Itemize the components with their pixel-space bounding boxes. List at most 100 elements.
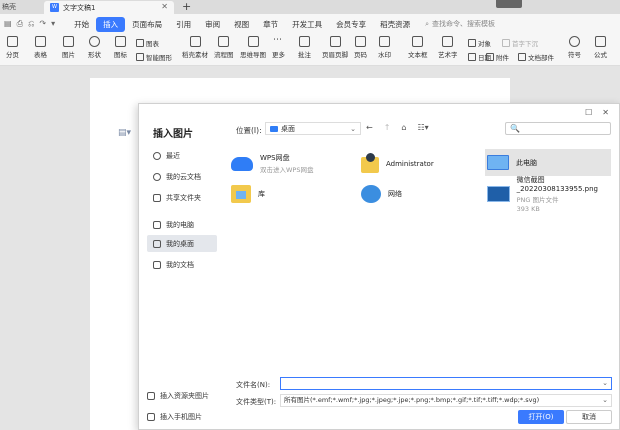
menu-page-layout[interactable]: 页面布局 (125, 17, 169, 32)
back-arrow-icon[interactable]: ← (366, 123, 373, 132)
dialog-title: 插入图片 (153, 129, 193, 140)
chart-button[interactable]: 图表 (136, 38, 159, 48)
customize-chevron-icon[interactable]: ▾ (51, 19, 55, 29)
view-mode-icon[interactable]: ☷▾ (417, 123, 428, 132)
watermark-button[interactable]: 水印 (378, 36, 391, 59)
table-icon (35, 36, 46, 47)
date-icon (468, 53, 476, 61)
location-select[interactable]: 桌面 ⌄ (265, 122, 361, 135)
dialog-sidebar: 最近 我的云文档 共享文件夹 我的电脑 我的桌面 我的文档 (139, 142, 227, 430)
menu-start[interactable]: 开始 (67, 17, 96, 32)
filename-label: 文件名(N): (236, 381, 271, 389)
command-search-placeholder: 查找命令、搜索模板 (432, 20, 496, 28)
material-icon (189, 36, 201, 47)
documents-icon (153, 260, 161, 269)
menu-resources[interactable]: 稻壳资源 (373, 17, 417, 32)
mindmap-button[interactable]: 思维导图 (240, 36, 266, 59)
dialog-search-icon: 🔍 (510, 124, 520, 133)
smart-graphic-button[interactable]: 智能图形 (136, 52, 172, 62)
header-footer-icon (329, 36, 341, 47)
menu-insert[interactable]: 插入 (96, 16, 126, 32)
up-arrow-icon[interactable]: ↑ (384, 123, 391, 132)
object-icon (468, 39, 476, 47)
maximize-icon[interactable]: ☐ (585, 108, 592, 117)
comment-icon (299, 36, 310, 47)
sidebar-item-my-documents[interactable]: 我的文档 (147, 256, 217, 273)
drop-cap-button[interactable]: 首字下沉 (502, 38, 538, 48)
file-item-wps-drive[interactable]: WPS网盘 双击进入WPS网盘 (231, 150, 351, 177)
menu-references[interactable]: 引用 (169, 17, 198, 32)
page-number-icon (355, 36, 366, 47)
filetype-select[interactable]: 所有图片(*.emf;*.wmf;*.jpg;*.jpeg;*.jpe;*.pn… (280, 394, 612, 407)
filename-input[interactable]: ⌄ (280, 377, 612, 390)
menu-member[interactable]: 会员专享 (329, 17, 373, 32)
dialog-search-input[interactable]: 🔍 (505, 122, 611, 135)
sidebar-item-recent[interactable]: 最近 (147, 147, 217, 164)
computer-icon (153, 220, 161, 229)
wordart-button[interactable]: 艺术字 (438, 36, 458, 59)
menu-review[interactable]: 审阅 (198, 17, 227, 32)
insert-picture-dialog: ☐ ✕ 插入图片 位置(I): 桌面 ⌄ ← ↑ ⌂ ☷▾ 🔍 最近 我的云文档… (138, 103, 620, 430)
picture-button[interactable]: 图片 (62, 36, 75, 59)
chevron-down-icon: ⌄ (350, 124, 356, 133)
daoke-material-button[interactable]: 稻壳素材 (182, 36, 208, 59)
comment-button[interactable]: 批注 (298, 36, 311, 59)
tab-close-icon[interactable]: ✕ (161, 2, 168, 11)
shape-icon (89, 36, 100, 47)
new-folder-icon[interactable]: ⌂ (401, 123, 406, 132)
undo-icon[interactable]: ⎌ (28, 19, 34, 29)
this-pc-icon (487, 155, 509, 170)
chevron-down-icon[interactable]: ⌄ (602, 379, 608, 387)
print-icon[interactable]: ⎙ (17, 19, 23, 29)
attachment-icon (486, 53, 494, 61)
attachment-button[interactable]: 附件 (486, 52, 509, 62)
doc-part-button[interactable]: 文档部件 (518, 52, 554, 62)
tab-document[interactable]: W 文字文稿1 ✕ (44, 1, 174, 14)
icon-button[interactable]: 图标 (114, 36, 127, 59)
textbox-icon (412, 36, 424, 47)
file-item-this-pc[interactable]: 此电脑 (485, 149, 611, 176)
symbol-button[interactable]: 符号 (568, 36, 581, 59)
window-thumbnail (496, 0, 522, 8)
library-icon (231, 184, 251, 203)
textbox-button[interactable]: 文本框 (408, 36, 428, 59)
page-number-button[interactable]: 页码 (354, 36, 367, 59)
sidebar-item-cloud-docs[interactable]: 我的云文档 (147, 168, 217, 185)
object-button[interactable]: 对象 (468, 38, 491, 48)
phone-icon (147, 413, 155, 421)
clock-icon (153, 151, 161, 160)
nav-buttons: ← ↑ ⌂ ☷▾ (366, 123, 429, 132)
flowchart-button[interactable]: 流程图 (214, 36, 234, 59)
open-button[interactable]: 打开(O) (518, 410, 564, 424)
image-thumbnail-icon (487, 185, 510, 202)
file-item-library[interactable]: 库 (231, 180, 351, 207)
new-tab-button[interactable]: + (182, 0, 191, 13)
redo-icon[interactable]: ↷ (39, 19, 46, 29)
page-break-button[interactable]: 分页 (6, 36, 19, 59)
menu-view[interactable]: 视图 (227, 17, 256, 32)
menu-section[interactable]: 章节 (256, 17, 285, 32)
menu-developer[interactable]: 开发工具 (285, 17, 329, 32)
sidebar-item-my-desktop[interactable]: 我的桌面 (147, 235, 217, 252)
file-item-network[interactable]: 网络 (361, 180, 481, 207)
formula-button[interactable]: 公式 (594, 36, 607, 59)
tab-daoke[interactable]: 稿壳 (0, 0, 40, 14)
file-item-administrator[interactable]: Administrator (361, 150, 481, 177)
header-footer-button[interactable]: 页眉页脚 (322, 36, 348, 59)
open-file-icon[interactable]: ▤ (4, 19, 12, 29)
shared-folder-icon (153, 193, 161, 202)
insert-resource-folder-link[interactable]: 插入资源夹图片 (147, 391, 209, 401)
sidebar-item-my-computer[interactable]: 我的电脑 (147, 216, 217, 233)
doc-part-icon (518, 53, 526, 61)
file-item-wechat-screenshot[interactable]: 微信截图_20220308133955.png PNG 图片文件 393 KB (487, 176, 619, 213)
insert-ribbon: 分页 表格 图片 形状 图标 图表 智能图形 稻壳素材 流程图 思维导图 ⋯ 更多… (0, 34, 620, 66)
table-button[interactable]: 表格 (34, 36, 47, 59)
cancel-button[interactable]: 取消 (566, 410, 612, 424)
mindmap-icon (247, 36, 259, 47)
sidebar-item-shared-folder[interactable]: 共享文件夹 (147, 189, 217, 206)
shape-button[interactable]: 形状 (88, 36, 101, 59)
more-button[interactable]: ⋯ 更多 (272, 36, 285, 60)
command-search[interactable]: ⌕ 查找命令、搜索模板 (425, 19, 495, 29)
close-icon[interactable]: ✕ (602, 108, 609, 117)
insert-phone-picture-link[interactable]: 插入手机图片 (147, 412, 202, 422)
